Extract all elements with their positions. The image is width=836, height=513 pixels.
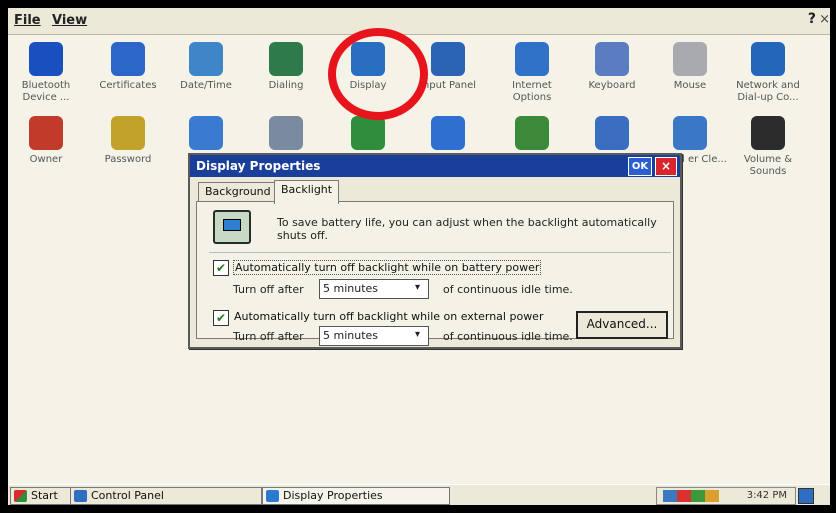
pie-icon — [431, 116, 465, 150]
chevron-down-icon: ▾ — [414, 329, 420, 340]
backlight-info-text: To save battery life, you can adjust whe… — [277, 216, 657, 242]
taskbar-control-panel-label: Control Panel — [91, 489, 164, 502]
dialog-title-bar: Display Properties OK × — [190, 155, 680, 177]
desktop-screen: File View ? × Bluetooth Device ... Certif… — [8, 8, 830, 505]
control-panel-item[interactable] — [410, 116, 486, 154]
control-panel-item[interactable]: Network and Dial-up Co... — [730, 42, 806, 104]
windows-logo-icon — [14, 490, 27, 502]
network-icon — [751, 42, 785, 76]
chevron-down-icon: ▾ — [414, 282, 420, 293]
external-suffix-label: of continuous idle time. — [443, 330, 573, 343]
control-panel-item[interactable] — [330, 116, 406, 154]
dialog-title: Display Properties — [196, 159, 321, 173]
terminal-icon — [673, 116, 707, 150]
ok-button[interactable]: OK — [628, 157, 652, 176]
globe-icon — [515, 42, 549, 76]
control-panel-item-label: Dialing — [268, 80, 304, 91]
control-panel-item[interactable]: Bluetooth Device ... — [8, 42, 84, 104]
tray-status-icons[interactable] — [663, 490, 719, 502]
dialog-close-button[interactable]: × — [655, 157, 677, 176]
clock-icon — [189, 42, 223, 76]
advanced-button[interactable]: Advanced... — [576, 311, 668, 339]
control-panel-item-label: Password — [104, 154, 152, 165]
desktop-icon[interactable] — [798, 488, 814, 504]
settings-icon — [269, 116, 303, 150]
phone-icon — [269, 42, 303, 76]
taskbar-display-properties[interactable]: Display Properties — [262, 487, 450, 505]
start-label: Start — [31, 489, 58, 502]
control-panel-item[interactable]: Password — [90, 116, 166, 166]
highlight-circle — [328, 28, 428, 120]
display-properties-dialog: Display Properties OK × Background Backl… — [188, 153, 682, 349]
battery-timeout-value: 5 minutes — [323, 282, 379, 295]
system-tray: 3:42 PM — [656, 487, 796, 505]
network-pc-icon — [189, 116, 223, 150]
control-panel-item[interactable]: Dialing — [248, 42, 324, 92]
computer-icon — [595, 116, 629, 150]
battery-turn-off-label: Turn off after — [233, 283, 304, 296]
control-panel-item[interactable] — [248, 116, 324, 154]
menu-view[interactable]: View — [52, 13, 87, 28]
mouse-icon — [673, 42, 707, 76]
help-button[interactable]: ? — [808, 11, 816, 27]
control-panel-item-label: Certificates — [99, 80, 157, 91]
control-panel-item[interactable]: Volume & Sounds — [730, 116, 806, 178]
taskbar-display-properties-label: Display Properties — [283, 489, 383, 502]
clock[interactable]: 3:42 PM — [747, 490, 787, 501]
keyboard-panel-icon — [431, 42, 465, 76]
battery-group — [209, 252, 671, 253]
menu-bar: File View ? × — [8, 8, 830, 35]
control-panel-item-label: Internet Options — [512, 80, 552, 103]
control-panel-item[interactable]: Internet Options — [494, 42, 570, 104]
speaker-icon — [751, 116, 785, 150]
control-panel-item-label: Network and Dial-up Co... — [736, 80, 800, 103]
battery-suffix-label: of continuous idle time. — [443, 283, 573, 296]
owner-icon — [29, 116, 63, 150]
control-panel-item[interactable] — [574, 116, 650, 154]
external-checkbox[interactable]: ✔ — [213, 310, 229, 326]
external-timeout-select[interactable]: 5 minutes ▾ — [319, 326, 429, 346]
external-checkbox-label[interactable]: Automatically turn off backlight while o… — [233, 310, 544, 323]
battery-timeout-select[interactable]: 5 minutes ▾ — [319, 279, 429, 299]
taskbar: Start Control Panel Display Properties 3… — [8, 484, 830, 505]
control-panel-item-label: Date/Time — [180, 80, 232, 91]
external-timeout-value: 5 minutes — [323, 329, 379, 342]
control-panel-item-label: Owner — [29, 154, 63, 165]
battery-icon — [515, 116, 549, 150]
control-panel-item[interactable]: Mouse — [652, 42, 728, 92]
display-icon — [266, 490, 279, 502]
lock-icon — [111, 116, 145, 150]
battery-checkbox-label[interactable]: Automatically turn off backlight while o… — [233, 260, 542, 275]
control-panel-item[interactable] — [494, 116, 570, 154]
control-panel-item[interactable]: Keyboard — [574, 42, 650, 92]
laptop-backlight-icon — [213, 210, 251, 244]
battery-checkbox[interactable]: ✔ — [213, 260, 229, 276]
bluetooth-icon — [29, 42, 63, 76]
control-panel-item[interactable]: Certificates — [90, 42, 166, 92]
taskbar-control-panel[interactable]: Control Panel — [70, 487, 262, 505]
control-panel-item-label: Volume & Sounds — [743, 154, 793, 177]
tab-background[interactable]: Background — [198, 182, 278, 203]
control-panel-item[interactable]: Date/Time — [168, 42, 244, 92]
keyboard-icon — [595, 42, 629, 76]
external-turn-off-label: Turn off after — [233, 330, 304, 343]
control-panel-icon — [74, 490, 87, 502]
control-panel-item[interactable]: Owner — [8, 116, 84, 166]
tab-backlight[interactable]: Backlight — [274, 180, 340, 204]
control-panel-item-label: Mouse — [673, 80, 707, 91]
globe-icon-2 — [351, 116, 385, 150]
control-panel-item-label: Keyboard — [588, 80, 636, 91]
gear-icon — [111, 42, 145, 76]
control-panel-item-label: Bluetooth Device ... — [21, 80, 71, 103]
window-close-button[interactable]: × — [819, 12, 830, 27]
menu-file[interactable]: File — [14, 13, 41, 28]
